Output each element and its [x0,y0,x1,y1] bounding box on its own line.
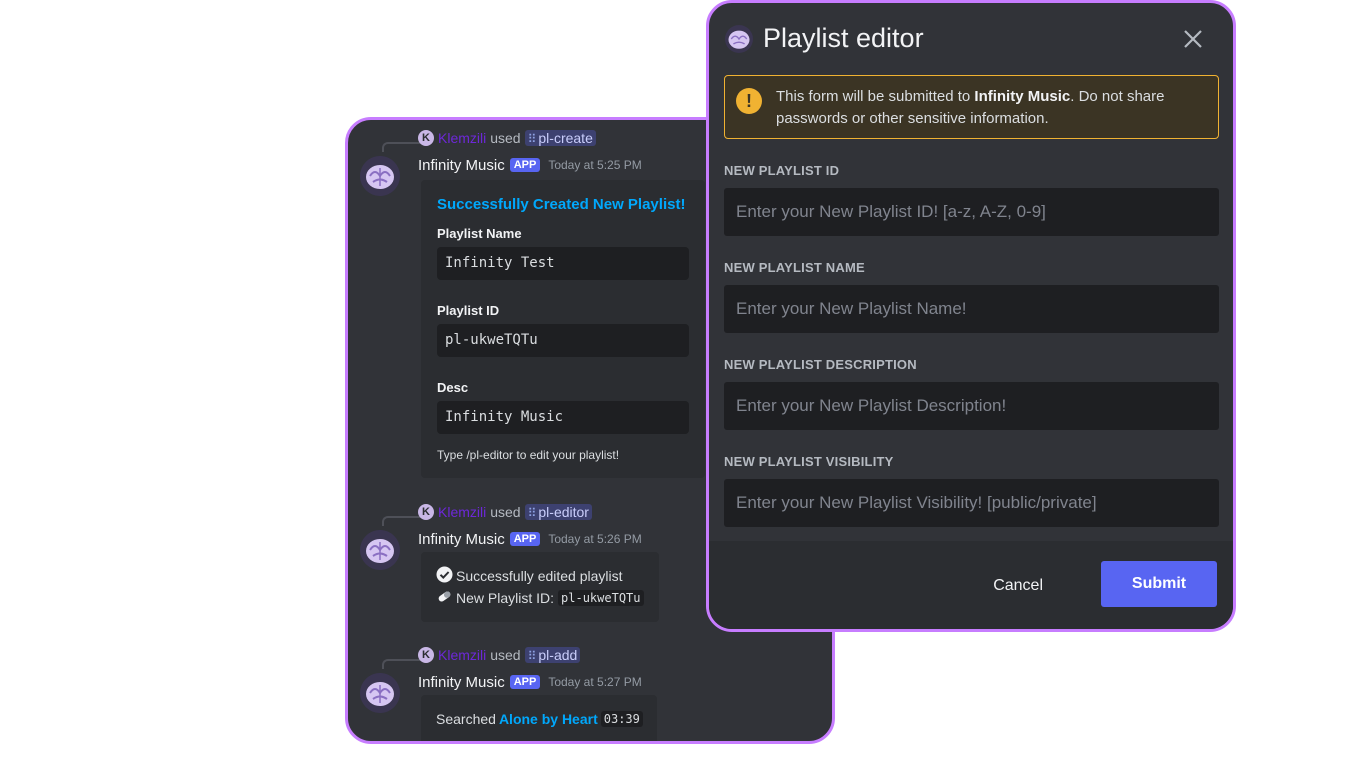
result-card: Successfully edited playlist New Playlis… [421,552,659,622]
search-line: Searched Alone by Heart 03:39 [436,711,657,727]
warning-app-name: Infinity Music [974,88,1071,105]
search-result-card: Searched Alone by Heart 03:39 [421,695,657,741]
field-name: Playlist Name [437,226,522,241]
song-link[interactable]: Alone by Heart [499,711,598,727]
field-value: Infinity Music [437,401,689,434]
timestamp: Today at 5:25 PM [548,158,642,172]
id-label: New Playlist ID: [456,590,555,606]
command-mention[interactable]: ⠿ pl-editor [524,504,592,520]
command-usage-row: K Klemzili used ⠿ pl-add [418,646,581,664]
success-line: Successfully edited playlist [436,566,659,586]
success-text: Successfully edited playlist [456,568,623,584]
check-icon [436,566,453,586]
brain-logo-icon [360,156,400,196]
playlist-description-input[interactable] [724,382,1219,430]
playlist-id-line: New Playlist ID: pl-ukweTQTu [436,588,659,608]
field-label-id: NEW PLAYLIST ID [724,163,840,178]
message-header: Infinity Music APP Today at 5:27 PM [418,672,642,692]
username[interactable]: Klemzili [438,130,486,146]
brain-logo-icon [725,24,753,53]
command-mention[interactable]: ⠿ pl-add [524,647,581,663]
reply-connector [382,659,420,669]
field-value: Infinity Test [437,247,689,280]
cancel-button[interactable]: Cancel [987,565,1049,605]
reply-connector [382,142,420,152]
command-icon: ⠿ [527,649,537,663]
playlist-name-input[interactable] [724,285,1219,333]
embed-title: Successfully Created New Playlist! [437,196,686,213]
app-badge: APP [509,532,541,546]
command-icon: ⠿ [527,132,537,146]
brain-logo-icon [360,673,400,713]
bot-avatar[interactable] [360,673,400,713]
username[interactable]: Klemzili [438,504,486,520]
field-label-name: NEW PLAYLIST NAME [724,260,865,275]
submit-button[interactable]: Submit [1101,561,1217,607]
playlist-id-input[interactable] [724,188,1219,236]
command-name: pl-add [538,647,578,663]
close-icon[interactable] [1181,27,1205,51]
warning-text: This form will be submitted to Infinity … [776,86,1206,130]
timestamp: Today at 5:27 PM [548,675,642,689]
command-name: pl-editor [538,504,589,520]
author-name[interactable]: Infinity Music [418,157,505,174]
playlist-editor-modal: Playlist editor ! This form will be subm… [706,0,1236,632]
brain-logo-icon [360,530,400,570]
pill-icon [436,588,453,608]
duration: 03:39 [600,711,643,727]
field-name: Desc [437,380,469,395]
used-label: used [490,130,521,146]
embed-footer: Type /pl-editor to edit your playlist! [437,448,620,462]
user-avatar-icon[interactable]: K [418,647,434,663]
warning-icon: ! [736,88,762,114]
modal-footer: Cancel Submit [709,541,1233,629]
id-value: pl-ukweTQTu [558,590,644,606]
field-label-description: NEW PLAYLIST DESCRIPTION [724,357,917,372]
app-badge: APP [509,675,541,689]
warning-banner: ! This form will be submitted to Infinit… [724,75,1219,139]
user-avatar-icon[interactable]: K [418,130,434,146]
command-usage-row: K Klemzili used ⠿ pl-create [418,129,596,147]
used-label: used [490,504,521,520]
search-prefix: Searched [436,711,496,727]
reply-connector [382,516,420,526]
modal-header: Playlist editor [725,23,924,54]
playlist-visibility-input[interactable] [724,479,1219,527]
user-avatar-icon[interactable]: K [418,504,434,520]
message-header: Infinity Music APP Today at 5:25 PM [418,155,642,175]
used-label: used [490,647,521,663]
username[interactable]: Klemzili [438,647,486,663]
field-value: pl-ukweTQTu [437,324,689,357]
author-name[interactable]: Infinity Music [418,531,505,548]
warning-prefix: This form will be submitted to [776,88,975,105]
modal-title: Playlist editor [763,23,924,53]
field-label-visibility: NEW PLAYLIST VISIBILITY [724,454,894,469]
command-icon: ⠿ [527,506,537,520]
author-name[interactable]: Infinity Music [418,674,505,691]
bot-avatar[interactable] [360,156,400,196]
command-mention[interactable]: ⠿ pl-create [524,130,596,146]
field-name: Playlist ID [437,303,500,318]
command-usage-row: K Klemzili used ⠿ pl-editor [418,503,592,521]
command-name: pl-create [538,130,593,146]
embed-card: Successfully Created New Playlist! Playl… [421,180,705,478]
bot-avatar[interactable] [360,530,400,570]
app-badge: APP [509,158,541,172]
message-header: Infinity Music APP Today at 5:26 PM [418,529,642,549]
timestamp: Today at 5:26 PM [548,532,642,546]
